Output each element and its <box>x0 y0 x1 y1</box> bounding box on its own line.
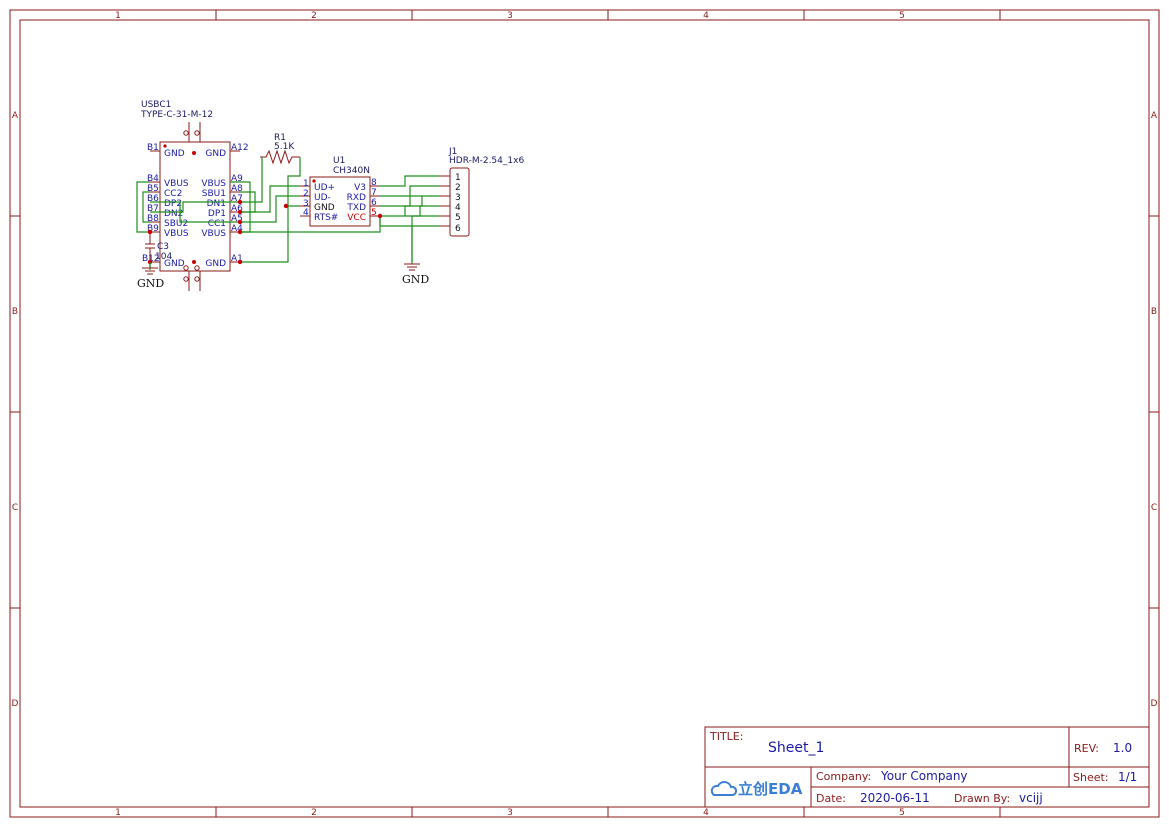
pin-number: A12 <box>231 143 249 153</box>
r1-resistor[interactable]: R1 5.1K <box>260 133 300 165</box>
zone-row-right: D <box>1151 699 1158 709</box>
outer-frame <box>9 9 1160 818</box>
pin-name: SBU2 <box>164 219 188 229</box>
zone-col-top: 4 <box>703 11 709 21</box>
pin-number: 8 <box>371 178 377 188</box>
lceda-logo-text: 立创EDA <box>738 780 803 798</box>
rev-value: 1.0 <box>1113 741 1132 755</box>
zone-dividers <box>10 10 1159 817</box>
u1-part: CH340N <box>333 166 370 176</box>
gnd-symbol-right: GND <box>402 226 429 286</box>
pin-number: 6 <box>371 198 377 208</box>
company-value: Your Company <box>880 769 968 783</box>
zone-row-left: B <box>12 307 18 317</box>
pin-number: 4 <box>455 203 461 213</box>
date-value: 2020-06-11 <box>860 791 930 805</box>
pin-name: RTS# <box>314 213 338 223</box>
usbc1-symbol[interactable]: USBC1 TYPE-C-31-M-12 B1 B4 B5 B6 B7 B8 B… <box>140 100 249 291</box>
pin-name: SBU1 <box>202 189 226 199</box>
pin-name: CC2 <box>164 189 182 199</box>
zone-col-bottom: 3 <box>507 808 513 818</box>
c3-value: 104 <box>155 252 172 262</box>
rev-label: REV: <box>1074 742 1099 755</box>
pin-name: GND <box>205 149 226 159</box>
zone-col-top: 1 <box>115 11 121 21</box>
pin-name: DP1 <box>208 209 226 219</box>
gnd-label: GND <box>402 273 429 286</box>
pin-name: DN1 <box>207 199 226 209</box>
j1-part: HDR-M-2.54_1x6 <box>449 156 524 166</box>
pin-name: GND <box>205 259 226 269</box>
pin-number: 3 <box>455 193 461 203</box>
c3-ref: C3 <box>157 242 169 252</box>
pin-name: VBUS <box>201 179 226 189</box>
pin-number: 5 <box>371 208 377 218</box>
zone-row-left: C <box>12 503 18 513</box>
title-block: TITLE: Sheet_1 REV: 1.0 立创EDA Company: Y… <box>704 726 1150 808</box>
pin-name: UD- <box>314 193 331 203</box>
pin-name: RXD <box>347 193 366 203</box>
cloud-icon <box>710 781 738 796</box>
company-label: Company: <box>816 770 871 783</box>
pin-number: 1 <box>303 179 309 189</box>
j1-header[interactable]: J1 HDR-M-2.54_1x6 1 2 3 4 5 6 <box>440 147 524 237</box>
u1-ch340n[interactable]: U1 CH340N 1 2 3 4 UD+ UD- GND RTS# 8 7 6… <box>300 156 380 227</box>
pin-number: 2 <box>303 189 309 199</box>
zone-col-bottom: 4 <box>703 808 709 818</box>
pin-number: 4 <box>303 208 309 218</box>
pin-name: VBUS <box>201 229 226 239</box>
pin-name: CC1 <box>208 219 226 229</box>
zone-col-top: 5 <box>899 11 905 21</box>
drawn-label: Drawn By: <box>954 792 1010 805</box>
usbc1-ref: USBC1 <box>141 100 171 110</box>
zone-row-left: D <box>12 699 19 709</box>
pin-number: 6 <box>455 224 461 234</box>
title-label: TITLE: <box>709 730 743 743</box>
schematic-sheet: 1 2 3 4 5 1 2 3 4 5 A B C D A B C D USBC… <box>9 9 1160 818</box>
pin-number: B1 <box>147 143 159 153</box>
sheet-label: Sheet: <box>1073 771 1109 784</box>
pin-name: DP2 <box>164 199 182 209</box>
date-label: Date: <box>816 792 846 805</box>
drawn-value: vcijj <box>1019 791 1043 805</box>
zone-row-right: C <box>1151 503 1157 513</box>
zone-row-right: A <box>1151 111 1158 121</box>
zone-row-left: A <box>12 111 19 121</box>
pin-number: 5 <box>455 213 461 223</box>
pin-name: VBUS <box>164 179 189 189</box>
zone-col-bottom: 2 <box>311 808 317 818</box>
pin-name: GND <box>314 203 335 213</box>
pin-name: UD+ <box>314 183 335 193</box>
pin-name: TXD <box>346 203 366 213</box>
pin-number: 2 <box>455 183 461 193</box>
pin-number: 1 <box>455 173 461 183</box>
gnd-label: GND <box>137 277 164 290</box>
u1-ref: U1 <box>333 156 345 166</box>
pin-name: GND <box>164 149 185 159</box>
zone-col-top: 3 <box>507 11 513 21</box>
zone-col-bottom: 5 <box>899 808 905 818</box>
pin-name: VCC <box>347 213 366 223</box>
pin-name: V3 <box>354 183 366 193</box>
sheet-value: 1/1 <box>1118 770 1137 784</box>
pin-name: VBUS <box>164 229 189 239</box>
usbc1-part: TYPE-C-31-M-12 <box>140 110 213 120</box>
pin-number: 7 <box>371 188 377 198</box>
zone-row-right: B <box>1151 307 1157 317</box>
zone-col-top: 2 <box>311 11 317 21</box>
zone-col-bottom: 1 <box>115 808 121 818</box>
sheet-title: Sheet_1 <box>768 740 824 756</box>
